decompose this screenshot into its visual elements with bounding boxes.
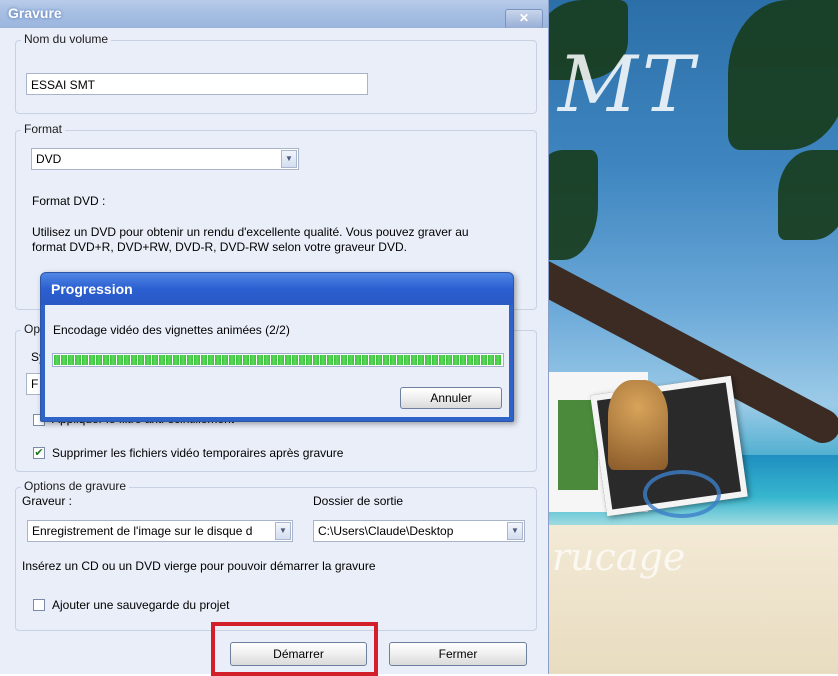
output-folder-value: C:\Users\Claude\Desktop: [318, 524, 454, 538]
background-title-text: MT: [558, 40, 698, 130]
window-title: Gravure: [8, 5, 62, 21]
format-heading: Format DVD :: [32, 194, 106, 208]
progress-bar: [52, 353, 504, 367]
title-bar[interactable]: Gravure ✕: [0, 0, 548, 29]
background-image: MT rucage: [548, 0, 838, 674]
progress-title: Progression: [51, 281, 133, 297]
output-folder-label: Dossier de sortie: [313, 494, 404, 508]
volume-legend: Nom du volume: [21, 32, 112, 46]
close-dialog-button[interactable]: Fermer: [389, 642, 527, 666]
delete-temp-label: Supprimer les fichiers vidéo temporaires…: [52, 446, 344, 460]
options-select-value: F: [31, 377, 39, 391]
insert-disc-message: Insérez un CD ou un DVD vierge pour pouv…: [22, 559, 376, 573]
giraffe-image: [608, 380, 668, 470]
graveur-select[interactable]: Enregistrement de l'image sur le disque …: [27, 520, 293, 542]
graveur-select-value: Enregistrement de l'image sur le disque …: [32, 524, 253, 538]
chevron-down-icon[interactable]: ▼: [507, 522, 523, 540]
cancel-button[interactable]: Annuler: [400, 387, 502, 409]
palm-frond: [548, 150, 598, 260]
backup-checkbox[interactable]: [33, 599, 45, 611]
format-select[interactable]: DVD ▼: [31, 148, 299, 170]
chevron-down-icon[interactable]: ▼: [281, 150, 297, 168]
format-description-line2: format DVD+R, DVD+RW, DVD-R, DVD-RW selo…: [32, 240, 407, 254]
volume-name-input[interactable]: ESSAI SMT: [26, 73, 368, 95]
palm-frond: [778, 150, 838, 240]
progress-bar-fill: [54, 355, 502, 365]
progress-message: Encodage vidéo des vignettes animées (2/…: [53, 323, 290, 337]
chevron-down-icon[interactable]: ▼: [275, 522, 291, 540]
start-button-highlight: [211, 622, 378, 676]
close-button[interactable]: ✕: [505, 9, 543, 29]
output-folder-select[interactable]: C:\Users\Claude\Desktop ▼: [313, 520, 525, 542]
progress-body: Encodage vidéo des vignettes animées (2/…: [45, 305, 509, 417]
rope-decoration: [643, 470, 721, 518]
format-select-value: DVD: [36, 152, 62, 166]
delete-temp-checkbox[interactable]: ✔: [33, 447, 45, 459]
format-legend: Format: [21, 122, 66, 136]
progress-dialog: Progression Encodage vidéo des vignettes…: [40, 272, 514, 422]
burn-options-legend: Options de gravure: [21, 479, 130, 493]
background-sub-text: rucage: [552, 535, 686, 579]
backup-label: Ajouter une sauvegarde du projet: [52, 598, 230, 612]
progress-title-bar[interactable]: Progression: [41, 273, 513, 305]
format-description-line1: Utilisez un DVD pour obtenir un rendu d'…: [32, 225, 469, 239]
palm-frond: [728, 0, 838, 150]
graveur-label: Graveur :: [22, 494, 73, 508]
